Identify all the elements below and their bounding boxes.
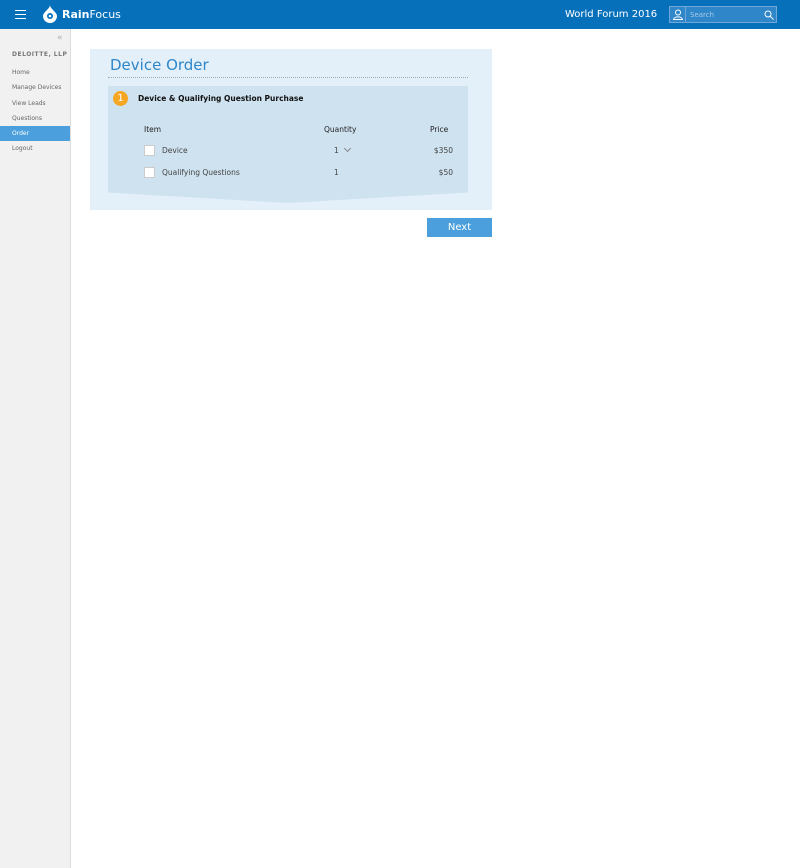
brand-name: RainFocus: [62, 8, 121, 21]
item-price: $350: [433, 146, 453, 155]
sidebar-item-home[interactable]: Home: [0, 65, 70, 80]
sidebar-item-questions[interactable]: Questions: [0, 111, 70, 126]
device-checkbox[interactable]: [144, 145, 155, 156]
user-icon[interactable]: [670, 7, 686, 22]
quantity-value: 1: [334, 168, 339, 177]
menu-icon[interactable]: [15, 10, 26, 19]
company-name: DELOITTE, LLP: [12, 51, 68, 58]
rainfocus-logo-icon: [43, 5, 57, 23]
column-header-item: Item: [144, 125, 162, 134]
qualifying-questions-checkbox[interactable]: [144, 167, 155, 178]
sidebar: « DELOITTE, LLP Home Manage Devices View…: [0, 29, 71, 868]
brand-light: Focus: [89, 8, 121, 21]
collapse-sidebar-icon[interactable]: «: [57, 33, 63, 43]
column-header-price: Price: [430, 125, 449, 134]
item-name: Qualifying Questions: [162, 168, 240, 177]
search-icon[interactable]: [762, 7, 776, 22]
sidebar-nav: Home Manage Devices View Leads Questions…: [0, 65, 70, 157]
sidebar-item-logout[interactable]: Logout: [0, 141, 70, 156]
item-price: $50: [438, 168, 453, 177]
sidebar-item-view-leads[interactable]: View Leads: [0, 96, 70, 111]
item-name: Device: [162, 146, 188, 155]
column-header-quantity: Quantity: [324, 125, 357, 134]
divider: [108, 77, 468, 78]
top-bar: RainFocus World Forum 2016: [0, 0, 800, 29]
step-number-badge: 1: [113, 91, 128, 106]
brand-bold: Rain: [62, 8, 90, 21]
search-box: [669, 6, 777, 23]
quantity-value: 1: [334, 146, 339, 155]
next-button[interactable]: Next: [427, 218, 492, 237]
step-title: Device & Qualifying Question Purchase: [138, 94, 304, 103]
sidebar-item-order[interactable]: Order: [0, 126, 70, 142]
step-section: [108, 86, 468, 203]
event-name: World Forum 2016: [565, 9, 658, 20]
page-title: Device Order: [110, 56, 209, 74]
quantity-select[interactable]: 1: [334, 144, 352, 155]
device-order-panel: Device Order 1 Device & Qualifying Quest…: [90, 49, 492, 210]
sidebar-item-manage-devices[interactable]: Manage Devices: [0, 80, 70, 95]
chevron-down-icon: [344, 144, 352, 153]
search-input[interactable]: [686, 7, 762, 22]
